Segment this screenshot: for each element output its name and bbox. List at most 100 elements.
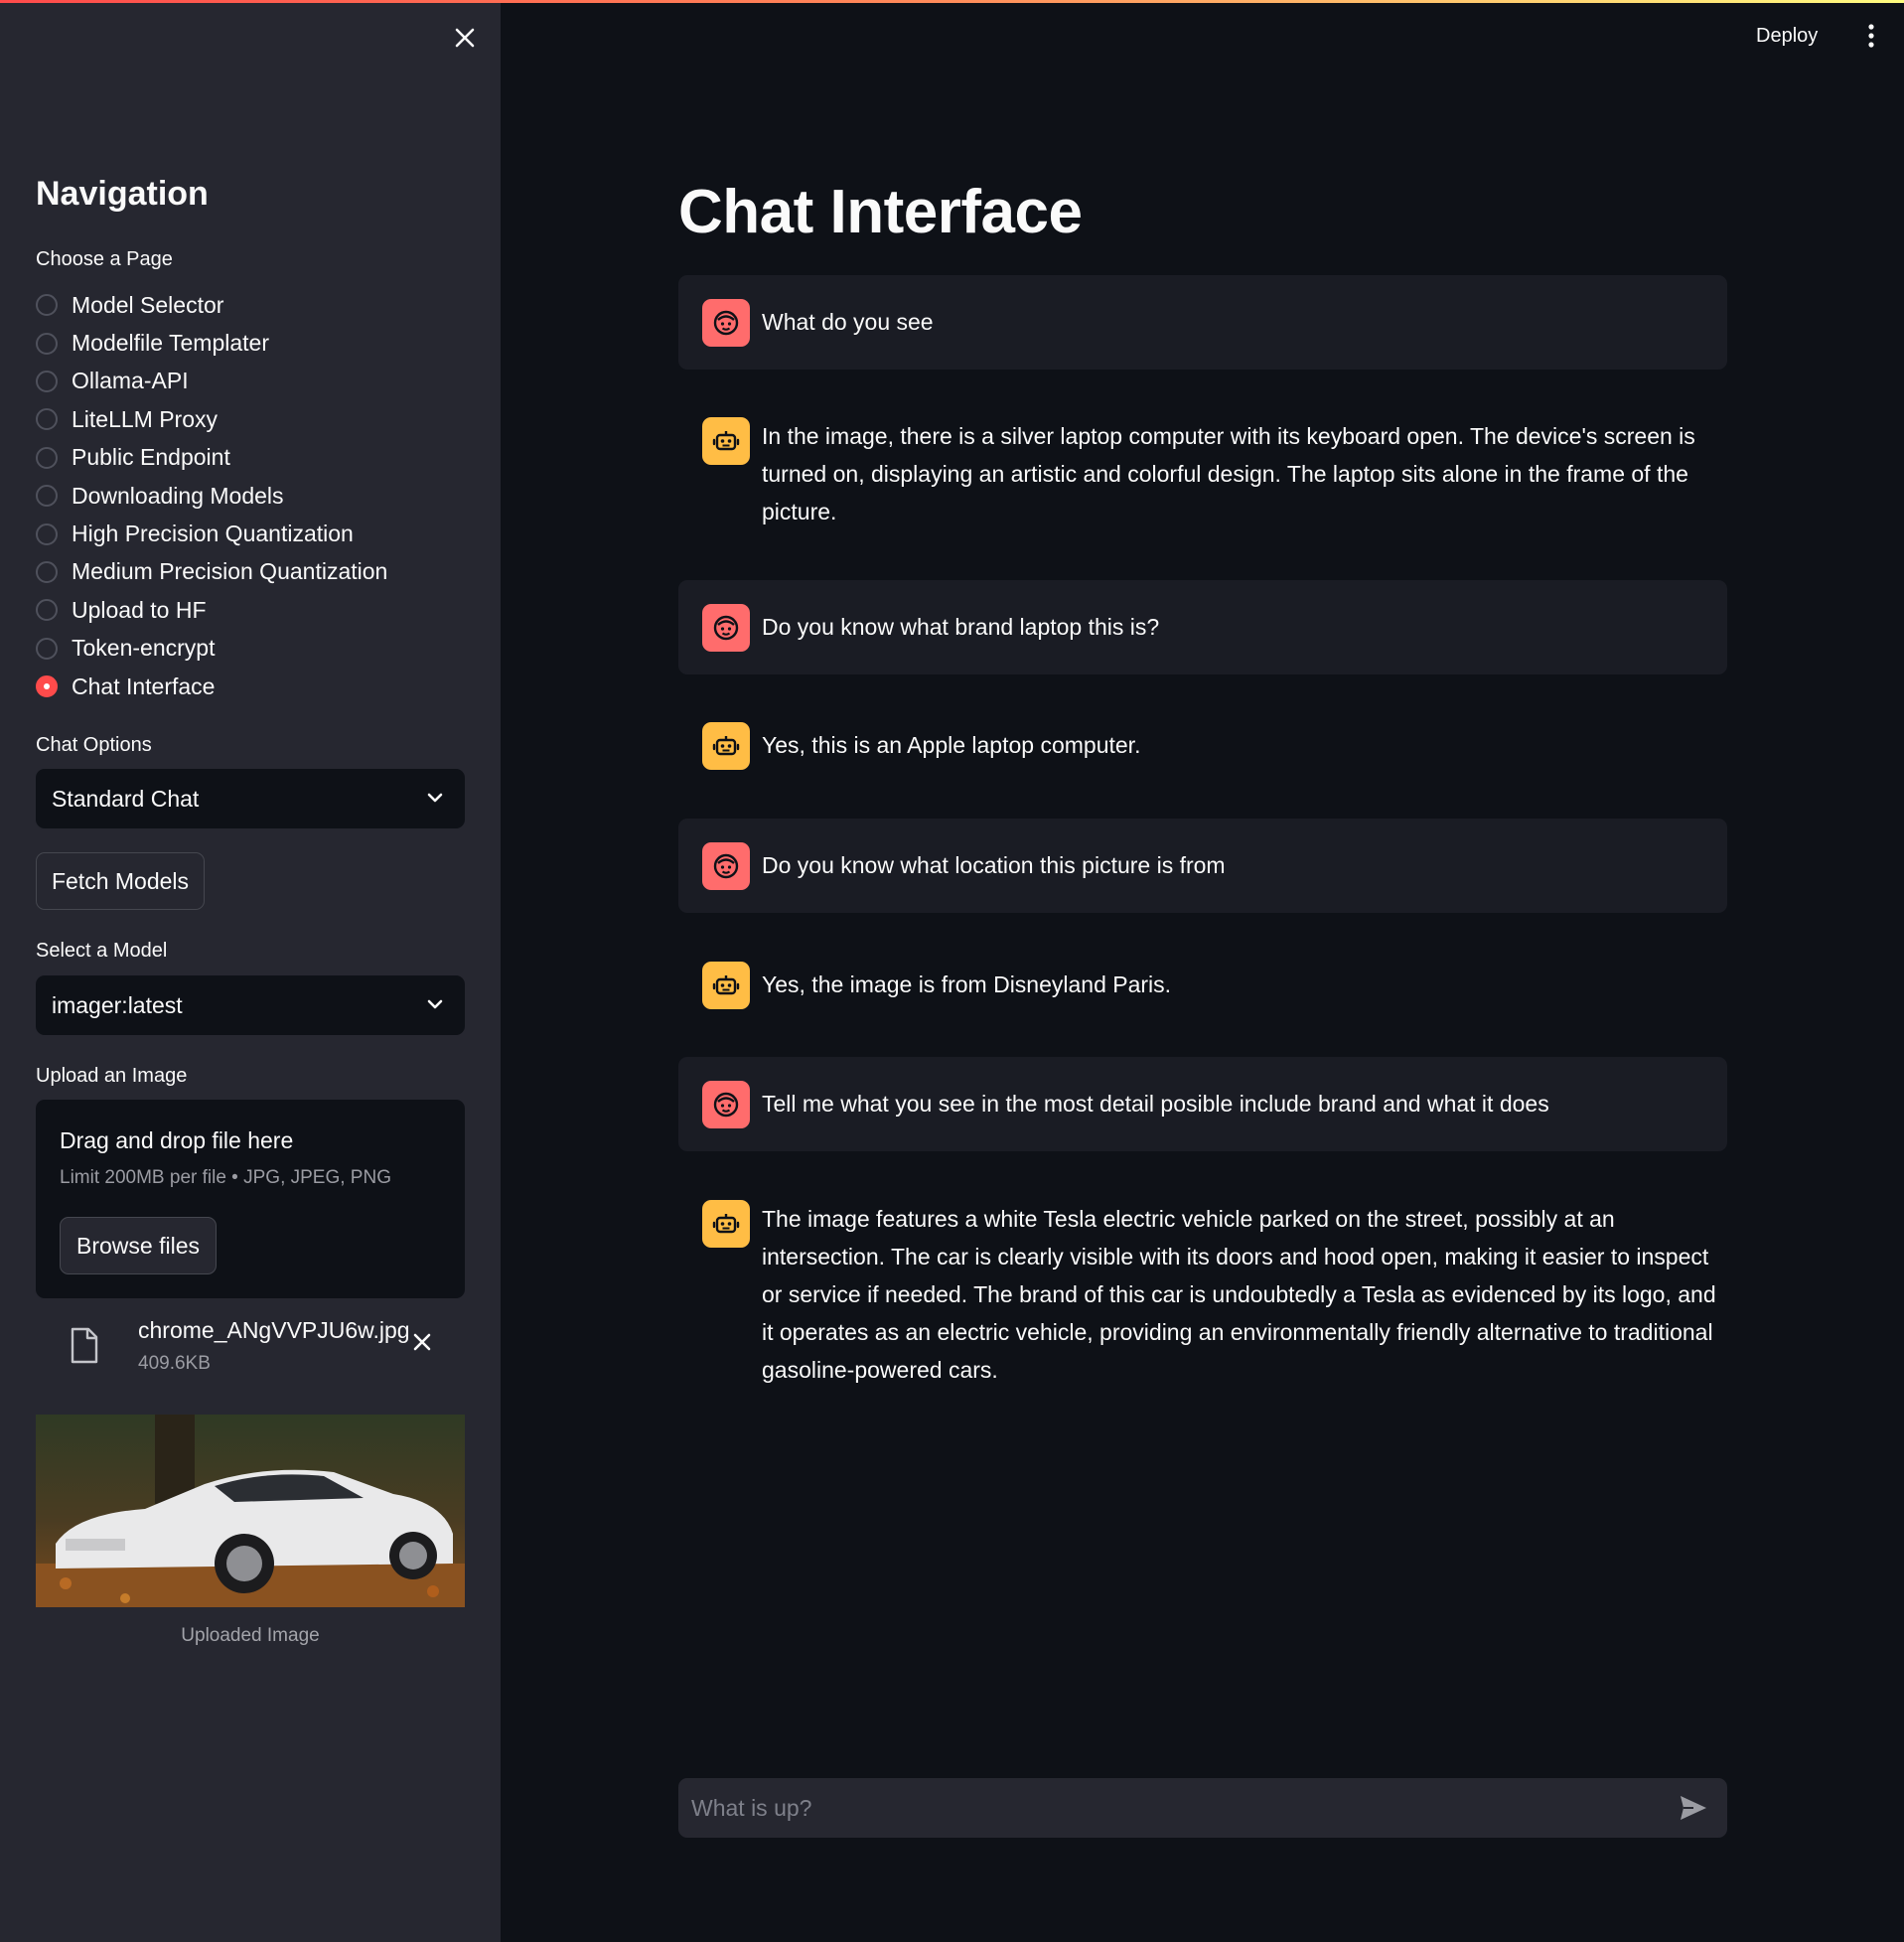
send-icon[interactable] bbox=[1678, 1792, 1709, 1824]
file-dropzone[interactable]: Drag and drop file here Limit 200MB per … bbox=[36, 1100, 465, 1298]
message-text: In the image, there is a silver laptop c… bbox=[762, 423, 1695, 524]
dropzone-limit: Limit 200MB per file • JPG, JPEG, PNG bbox=[60, 1167, 391, 1188]
radio-label: Public Endpoint bbox=[72, 444, 230, 471]
user-face-icon bbox=[713, 853, 739, 879]
chevron-down-icon bbox=[427, 999, 443, 1009]
car-image-illustration bbox=[36, 1415, 465, 1607]
radio-token-encrypt[interactable]: Token-encrypt bbox=[36, 630, 387, 668]
browse-files-button[interactable]: Browse files bbox=[60, 1217, 217, 1274]
chat-message-assistant: The image features a white Tesla electri… bbox=[678, 1176, 1727, 1405]
radio-circle bbox=[36, 370, 58, 392]
radio-label: Ollama-API bbox=[72, 368, 189, 394]
user-avatar bbox=[702, 604, 750, 652]
robot-icon bbox=[712, 975, 740, 995]
user-face-icon bbox=[713, 615, 739, 641]
radio-circle bbox=[36, 294, 58, 317]
chat-options-label: Chat Options bbox=[36, 734, 152, 756]
top-decoration-bar bbox=[0, 0, 1904, 3]
chevron-down-icon bbox=[427, 793, 443, 803]
message-text: Yes, the image is from Disneyland Paris. bbox=[762, 971, 1172, 997]
page-title: Chat Interface bbox=[678, 178, 1083, 246]
radio-label: Chat Interface bbox=[72, 672, 216, 699]
robot-icon bbox=[712, 736, 740, 756]
file-icon bbox=[71, 1327, 98, 1364]
chat-input-container bbox=[678, 1778, 1727, 1838]
chat-message-user: What do you see bbox=[678, 275, 1727, 370]
chat-message-user: Tell me what you see in the most detail … bbox=[678, 1057, 1727, 1151]
user-face-icon bbox=[713, 310, 739, 336]
close-icon bbox=[455, 28, 475, 48]
user-avatar bbox=[702, 842, 750, 890]
message-text: Tell me what you see in the most detail … bbox=[762, 1091, 1549, 1117]
radio-label: LiteLLM Proxy bbox=[72, 405, 219, 432]
radio-circle bbox=[36, 408, 58, 431]
chat-message-user: Do you know what brand laptop this is? bbox=[678, 580, 1727, 674]
radio-ollama-api[interactable]: Ollama-API bbox=[36, 363, 387, 400]
user-avatar bbox=[702, 1081, 750, 1128]
assistant-avatar bbox=[702, 962, 750, 1009]
radio-circle bbox=[36, 485, 58, 508]
radio-label: Model Selector bbox=[72, 291, 224, 318]
chat-message-assistant: In the image, there is a silver laptop c… bbox=[678, 393, 1727, 542]
uploaded-image-preview bbox=[36, 1415, 465, 1607]
chat-message-user: Do you know what location this picture i… bbox=[678, 819, 1727, 913]
user-face-icon bbox=[713, 1092, 739, 1118]
radio-label: Medium Precision Quantization bbox=[72, 558, 388, 585]
robot-icon bbox=[712, 1214, 740, 1234]
file-size: 409.6KB bbox=[138, 1353, 211, 1374]
message-text: Do you know what location this picture i… bbox=[762, 852, 1226, 878]
radio-circle bbox=[36, 523, 58, 545]
radio-medium-precision-quantization[interactable]: Medium Precision Quantization bbox=[36, 553, 387, 591]
sidebar-title: Navigation bbox=[36, 175, 209, 213]
radio-label: High Precision Quantization bbox=[72, 521, 354, 547]
kebab-menu-icon[interactable] bbox=[1863, 22, 1879, 52]
radio-circle bbox=[36, 446, 58, 469]
sidebar: Navigation Choose a Page Model Selector … bbox=[0, 0, 501, 1942]
radio-litellm-proxy[interactable]: LiteLLM Proxy bbox=[36, 400, 387, 438]
radio-label: Downloading Models bbox=[72, 482, 284, 509]
page-radio-group: Model Selector Modelfile Templater Ollam… bbox=[36, 286, 387, 705]
model-select-label: Select a Model bbox=[36, 940, 168, 962]
radio-model-selector[interactable]: Model Selector bbox=[36, 286, 387, 324]
radio-label: Modelfile Templater bbox=[72, 330, 270, 357]
radio-circle bbox=[36, 637, 58, 660]
message-text: Do you know what brand laptop this is? bbox=[762, 614, 1160, 640]
upload-label: Upload an Image bbox=[36, 1065, 188, 1087]
chat-options-value: Standard Chat bbox=[52, 785, 200, 812]
chat-message-assistant: Yes, the image is from Disneyland Paris. bbox=[678, 938, 1727, 1032]
radio-downloading-models[interactable]: Downloading Models bbox=[36, 477, 387, 515]
radio-label: Upload to HF bbox=[72, 596, 207, 623]
radio-upload-to-hf[interactable]: Upload to HF bbox=[36, 591, 387, 629]
message-text: Yes, this is an Apple laptop computer. bbox=[762, 732, 1141, 758]
assistant-avatar bbox=[702, 417, 750, 465]
radio-circle-checked bbox=[36, 675, 58, 698]
dropzone-title: Drag and drop file here bbox=[60, 1127, 294, 1153]
chat-input[interactable] bbox=[678, 1778, 1632, 1838]
radio-modelfile-templater[interactable]: Modelfile Templater bbox=[36, 324, 387, 362]
chat-message-assistant: Yes, this is an Apple laptop computer. bbox=[678, 698, 1727, 793]
chat-options-select[interactable]: Standard Chat bbox=[36, 769, 465, 828]
radio-chat-interface[interactable]: Chat Interface bbox=[36, 668, 387, 705]
assistant-avatar bbox=[702, 722, 750, 770]
radio-high-precision-quantization[interactable]: High Precision Quantization bbox=[36, 515, 387, 552]
robot-icon bbox=[712, 431, 740, 451]
radio-circle bbox=[36, 332, 58, 355]
fetch-models-button[interactable]: Fetch Models bbox=[36, 852, 205, 910]
sidebar-close-button[interactable] bbox=[449, 22, 481, 54]
deploy-button[interactable]: Deploy bbox=[1756, 18, 1818, 54]
page-radio-label: Choose a Page bbox=[36, 248, 173, 270]
image-caption: Uploaded Image bbox=[181, 1625, 320, 1646]
model-select-value: imager:latest bbox=[52, 991, 183, 1018]
radio-circle bbox=[36, 560, 58, 583]
assistant-avatar bbox=[702, 1200, 750, 1248]
uploaded-file-row: chrome_ANgVVPJU6w.jpg 409.6KB bbox=[36, 1313, 465, 1383]
model-select[interactable]: imager:latest bbox=[36, 975, 465, 1035]
remove-file-icon[interactable] bbox=[411, 1331, 433, 1353]
user-avatar bbox=[702, 299, 750, 347]
file-name: chrome_ANgVVPJU6w.jpg bbox=[138, 1317, 410, 1343]
message-text: The image features a white Tesla electri… bbox=[762, 1206, 1716, 1383]
radio-label: Token-encrypt bbox=[72, 635, 216, 662]
radio-public-endpoint[interactable]: Public Endpoint bbox=[36, 439, 387, 477]
message-text: What do you see bbox=[762, 309, 934, 335]
radio-circle bbox=[36, 599, 58, 622]
